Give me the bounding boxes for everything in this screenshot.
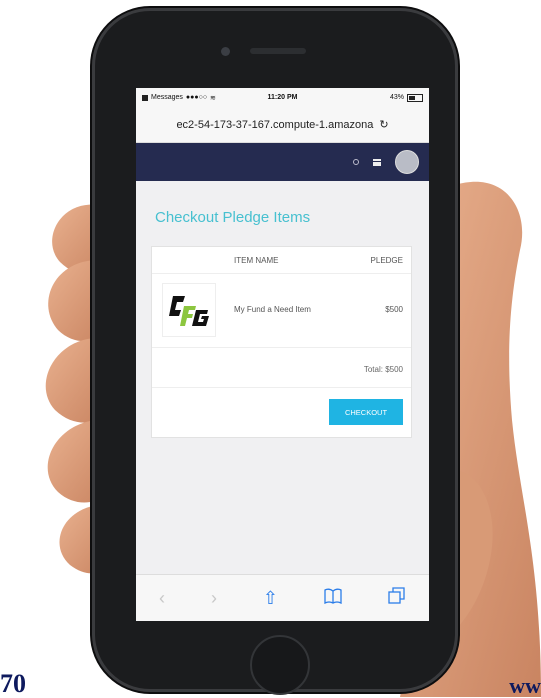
page-content: Checkout Pledge Items ITEM NAME PLEDGE M… xyxy=(136,181,429,573)
front-camera xyxy=(221,47,230,56)
table-row: My Fund a Need Item $500 xyxy=(152,275,411,348)
browser-toolbar: ‹ › ⇧ xyxy=(136,574,429,621)
total-label: Total: $500 xyxy=(363,365,403,374)
column-item-name: ITEM NAME xyxy=(234,256,279,265)
reload-icon[interactable]: ↻ xyxy=(379,118,388,131)
address-bar[interactable]: ec2-54-173-37-167.compute-1.amazona ↻ xyxy=(136,107,429,143)
url-text[interactable]: ec2-54-173-37-167.compute-1.amazona xyxy=(176,119,373,131)
item-pledge: $500 xyxy=(385,305,403,314)
back-icon[interactable]: ‹ xyxy=(159,588,165,609)
checkout-card: ITEM NAME PLEDGE My Fund a Need Item $50… xyxy=(151,246,412,438)
footer-url-fragment: ww xyxy=(509,673,541,698)
tabs-icon[interactable] xyxy=(388,586,406,610)
phone-screen: Messages ●●●○○ ≋ 11:20 PM 43% ec2-54-173… xyxy=(136,88,429,621)
share-icon[interactable]: ⇧ xyxy=(263,588,278,609)
app-navbar xyxy=(136,143,429,181)
home-button[interactable] xyxy=(250,635,310,695)
checkout-button[interactable]: CHECKOUT xyxy=(329,399,403,425)
divider xyxy=(152,387,411,388)
settings-icon[interactable] xyxy=(353,159,359,165)
column-pledge: PLEDGE xyxy=(370,256,403,265)
status-bar: Messages ●●●○○ ≋ 11:20 PM 43% xyxy=(136,88,429,107)
avatar[interactable] xyxy=(395,150,419,174)
earpiece-speaker xyxy=(250,48,306,54)
table-header: ITEM NAME PLEDGE xyxy=(152,247,411,274)
page-title: Checkout Pledge Items xyxy=(155,209,311,226)
battery-icon xyxy=(407,93,423,102)
forward-icon[interactable]: › xyxy=(211,588,217,609)
page-number: 70 xyxy=(0,669,26,698)
item-logo xyxy=(162,283,216,337)
bookmarks-icon[interactable] xyxy=(324,588,342,609)
phone-top xyxy=(92,8,458,98)
item-name: My Fund a Need Item xyxy=(234,305,311,314)
clock: 11:20 PM xyxy=(267,94,298,101)
list-icon[interactable] xyxy=(373,158,381,166)
cfg-logo-icon xyxy=(169,296,209,326)
